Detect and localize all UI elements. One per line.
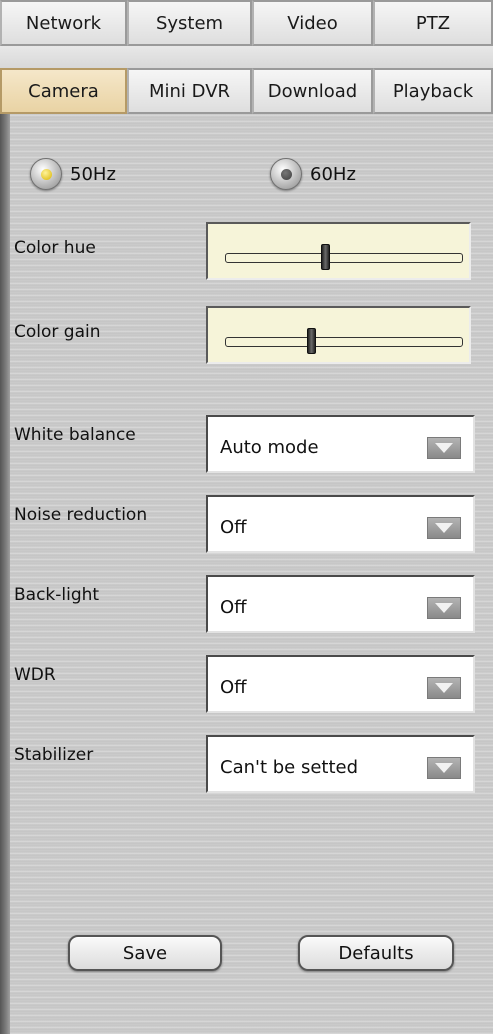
tab-download[interactable]: Download: [252, 68, 373, 114]
radio-60hz-label: 60Hz: [310, 163, 356, 185]
color-gain-slider-thumb[interactable]: [306, 328, 316, 354]
white-balance-value: Auto mode: [220, 437, 319, 458]
color-gain-track[interactable]: [225, 337, 463, 347]
dropdown-arrow-icon[interactable]: [427, 517, 461, 539]
back-light-label: Back-light: [14, 585, 100, 605]
tab-camera[interactable]: Camera: [0, 68, 127, 114]
stabilizer-select[interactable]: Can't be setted: [206, 735, 475, 793]
color-hue-slider-thumb[interactable]: [320, 244, 330, 270]
white-balance-select[interactable]: Auto mode: [206, 415, 475, 473]
radio-50hz[interactable]: 50Hz: [30, 158, 116, 190]
dropdown-arrow-icon[interactable]: [427, 597, 461, 619]
noise-reduction-select[interactable]: Off: [206, 495, 475, 553]
wdr-value: Off: [220, 677, 247, 698]
noise-reduction-value: Off: [220, 517, 247, 538]
tab-ptz[interactable]: PTZ: [373, 0, 493, 46]
radio-60hz[interactable]: 60Hz: [270, 158, 356, 190]
dropdown-arrow-icon[interactable]: [427, 757, 461, 779]
defaults-button[interactable]: Defaults: [298, 935, 454, 971]
camera-settings-panel: 50Hz 60Hz Color hue Color gain White bal…: [0, 114, 493, 1034]
color-hue-label: Color hue: [14, 238, 96, 258]
tab-playback[interactable]: Playback: [373, 68, 493, 114]
back-light-value: Off: [220, 597, 247, 618]
stabilizer-label: Stabilizer: [14, 745, 94, 765]
stabilizer-value: Can't be setted: [220, 757, 359, 778]
color-gain-label: Color gain: [14, 322, 101, 342]
dropdown-arrow-icon[interactable]: [427, 437, 461, 459]
tab-network[interactable]: Network: [0, 0, 127, 46]
panel-left-border: [0, 114, 10, 1034]
sub-tab-row: Camera Mini DVR Download Playback: [0, 68, 493, 114]
dropdown-arrow-icon[interactable]: [427, 677, 461, 699]
color-hue-slider-box: [206, 222, 471, 280]
tab-mini-dvr[interactable]: Mini DVR: [127, 68, 252, 114]
wdr-label: WDR: [14, 665, 56, 685]
noise-reduction-label: Noise reduction: [14, 505, 148, 525]
tab-separator: [0, 46, 493, 68]
save-button[interactable]: Save: [68, 935, 222, 971]
back-light-select[interactable]: Off: [206, 575, 475, 633]
white-balance-label: White balance: [14, 425, 136, 445]
radio-knob-icon: [30, 158, 62, 190]
radio-50hz-label: 50Hz: [70, 163, 116, 185]
tab-video[interactable]: Video: [252, 0, 373, 46]
radio-knob-icon: [270, 158, 302, 190]
color-gain-slider-box: [206, 306, 471, 364]
wdr-select[interactable]: Off: [206, 655, 475, 713]
color-hue-track[interactable]: [225, 253, 463, 263]
main-tab-row: Network System Video PTZ: [0, 0, 493, 46]
tab-system[interactable]: System: [127, 0, 252, 46]
